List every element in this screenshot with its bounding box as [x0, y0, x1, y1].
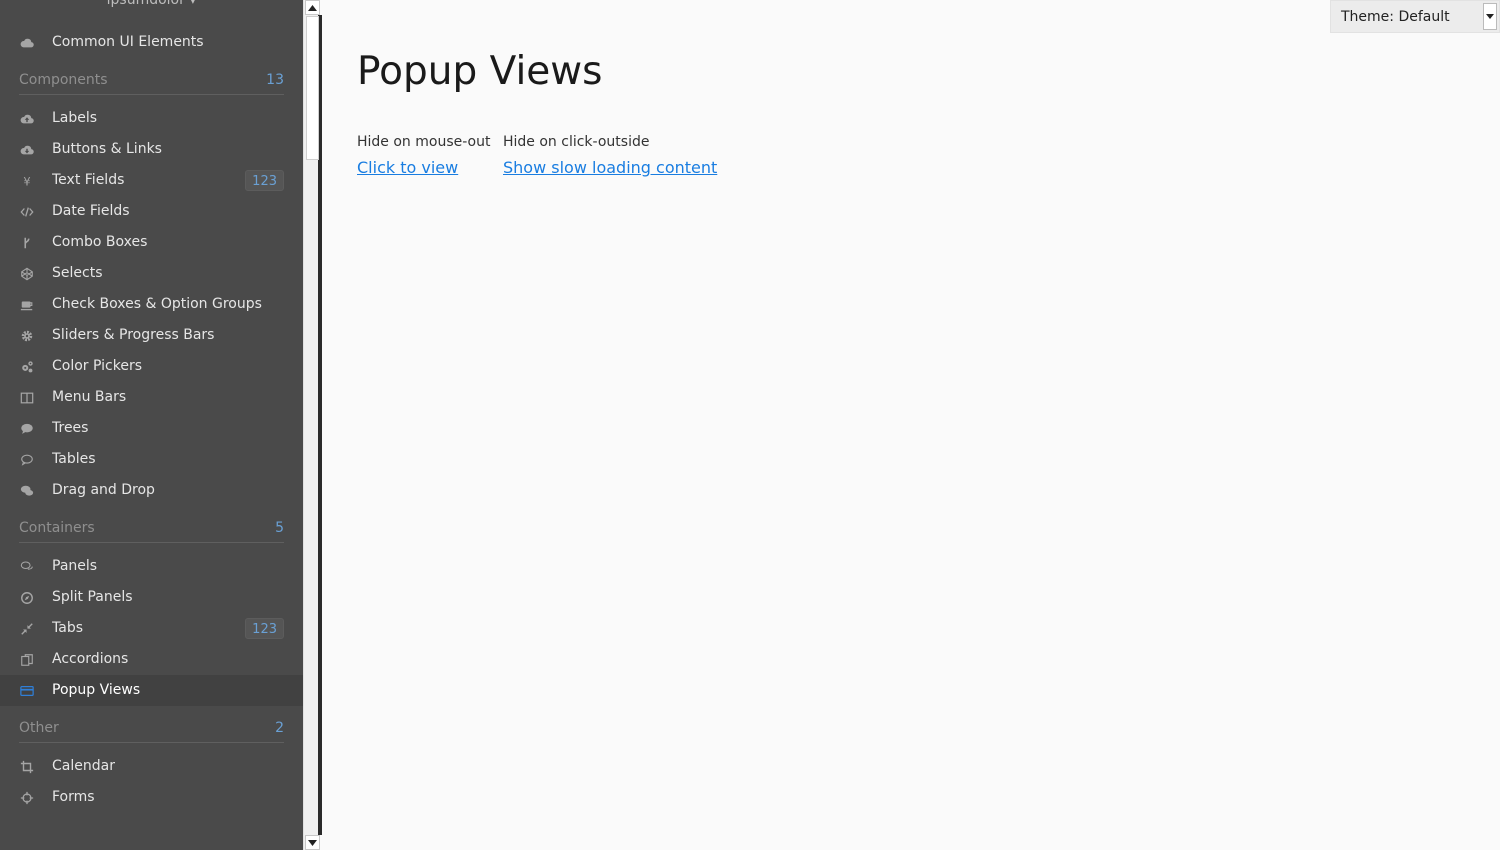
user-menu[interactable]: ipsumdolor ▾ — [0, 0, 303, 10]
cloud-icon — [19, 35, 34, 50]
sidebar-item-label: Sliders & Progress Bars — [52, 327, 215, 343]
sidebar-item-label: Tables — [52, 451, 96, 467]
sidebar-item-tabs[interactable]: Tabs 123 — [0, 613, 303, 644]
codepen-icon — [19, 266, 34, 281]
sidebar-item-labels[interactable]: Labels — [0, 103, 303, 134]
sidebar-item-popup-views[interactable]: Popup Views — [0, 675, 303, 706]
cloud-download-icon — [19, 142, 34, 157]
sidebar-item-label: Labels — [52, 110, 98, 126]
sidebar-item-label: Tabs — [52, 620, 83, 636]
copy-icon — [19, 652, 34, 667]
sidebar-item-date-fields[interactable]: Date Fields — [0, 196, 303, 227]
section-count: 13 — [266, 72, 284, 88]
sidebar-item-label: Color Pickers — [52, 358, 142, 374]
section-title: Components — [19, 72, 108, 88]
sidebar-item-label: Popup Views — [52, 682, 141, 698]
sidebar-item-forms[interactable]: Forms — [0, 782, 303, 813]
count-badge: 123 — [245, 170, 284, 191]
theme-select-value: Theme: Default — [1341, 9, 1450, 25]
cloud-upload-icon — [19, 111, 34, 126]
sidebar-item-label: Panels — [52, 558, 98, 574]
svg-text:¥: ¥ — [23, 174, 30, 188]
columns-icon — [19, 390, 34, 405]
credit-card-icon — [19, 683, 34, 698]
cog-icon — [19, 328, 34, 343]
section-count: 2 — [275, 720, 284, 736]
sidebar-item-sliders[interactable]: Sliders & Progress Bars — [0, 320, 303, 351]
main-content: Popup Views Hide on mouse-out Click to v… — [320, 0, 1500, 850]
fork-icon — [19, 235, 34, 250]
section-title: Containers — [19, 520, 95, 536]
sidebar-item-label: Common UI Elements — [52, 34, 204, 50]
sidebar-item-label: Accordions — [52, 651, 129, 667]
section-header-other: Other 2 — [19, 712, 284, 743]
sidebar-item-label: Combo Boxes — [52, 234, 148, 250]
sidebar-item-menu-bars[interactable]: Menu Bars — [0, 382, 303, 413]
theme-select[interactable]: Theme: Default — [1330, 0, 1500, 33]
sidebar-item-calendar[interactable]: Calendar — [0, 751, 303, 782]
show-slow-loading-content-link[interactable]: Show slow loading content — [503, 158, 717, 177]
count-badge: 123 — [245, 618, 284, 639]
sidebar-item-label: Split Panels — [52, 589, 133, 605]
section-header-components: Components 13 — [19, 64, 284, 95]
sidebar-item-split-panels[interactable]: Split Panels — [0, 582, 303, 613]
sidebar-item-text-fields[interactable]: ¥ Text Fields 123 — [0, 165, 303, 196]
scroll-down-button[interactable] — [305, 835, 320, 850]
sidebar-scrollbar[interactable] — [303, 0, 322, 850]
sidebar-item-label: Calendar — [52, 758, 115, 774]
page-title: Popup Views — [357, 49, 603, 94]
scroll-thumb[interactable] — [306, 16, 319, 160]
sidebar-item-label: Text Fields — [52, 172, 125, 188]
sidebar: ipsumdolor ▾ Common UI Elements Componen… — [0, 0, 303, 850]
comment-outline-icon — [19, 452, 34, 467]
comments-outline-icon — [19, 559, 34, 574]
sidebar-item-buttons-links[interactable]: Buttons & Links — [0, 134, 303, 165]
comments-icon — [19, 483, 34, 498]
compress-icon — [19, 621, 34, 636]
sidebar-item-label: Forms — [52, 789, 95, 805]
compass-icon — [19, 590, 34, 605]
sidebar-item-label: Selects — [52, 265, 103, 281]
sidebar-item-accordions[interactable]: Accordions — [0, 644, 303, 675]
sidebar-item-color-pickers[interactable]: Color Pickers — [0, 351, 303, 382]
crosshairs-icon — [19, 790, 34, 805]
dropdown-arrow-icon[interactable] — [1483, 3, 1497, 30]
code-icon — [19, 204, 34, 219]
yen-icon: ¥ — [19, 173, 34, 188]
sidebar-item-tables[interactable]: Tables — [0, 444, 303, 475]
arrow-up-icon — [308, 4, 317, 11]
sidebar-item-panels[interactable]: Panels — [0, 551, 303, 582]
sidebar-item-label: Buttons & Links — [52, 141, 162, 157]
popup-caption: Hide on click-outside — [503, 134, 650, 150]
sidebar-item-label: Menu Bars — [52, 389, 127, 405]
sidebar-item-label: Drag and Drop — [52, 482, 155, 498]
sidebar-item-combo-boxes[interactable]: Combo Boxes — [0, 227, 303, 258]
popup-view-click-outside: Hide on click-outside Show slow loading … — [503, 132, 717, 177]
sidebar-item-label: Trees — [52, 420, 89, 436]
sidebar-item-label: Check Boxes & Option Groups — [52, 296, 262, 312]
popup-view-mouse-out: Hide on mouse-out Click to view — [357, 132, 490, 177]
click-to-view-link[interactable]: Click to view — [357, 158, 490, 177]
crop-icon — [19, 759, 34, 774]
popup-caption: Hide on mouse-out — [357, 134, 491, 150]
section-title: Other — [19, 720, 59, 736]
sidebar-item-selects[interactable]: Selects — [0, 258, 303, 289]
section-header-containers: Containers 5 — [19, 512, 284, 543]
comment-icon — [19, 421, 34, 436]
scroll-up-button[interactable] — [305, 0, 320, 15]
user-name: ipsumdolor — [106, 0, 185, 8]
arrow-down-icon — [308, 839, 317, 846]
sidebar-item-label: Date Fields — [52, 203, 130, 219]
cogs-icon — [19, 359, 34, 374]
sidebar-item-common-ui-elements[interactable]: Common UI Elements — [0, 27, 303, 58]
sidebar-item-trees[interactable]: Trees — [0, 413, 303, 444]
coffee-icon — [19, 297, 34, 312]
section-count: 5 — [275, 520, 284, 536]
sidebar-item-drag-and-drop[interactable]: Drag and Drop — [0, 475, 303, 506]
sidebar-item-check-boxes[interactable]: Check Boxes & Option Groups — [0, 289, 303, 320]
